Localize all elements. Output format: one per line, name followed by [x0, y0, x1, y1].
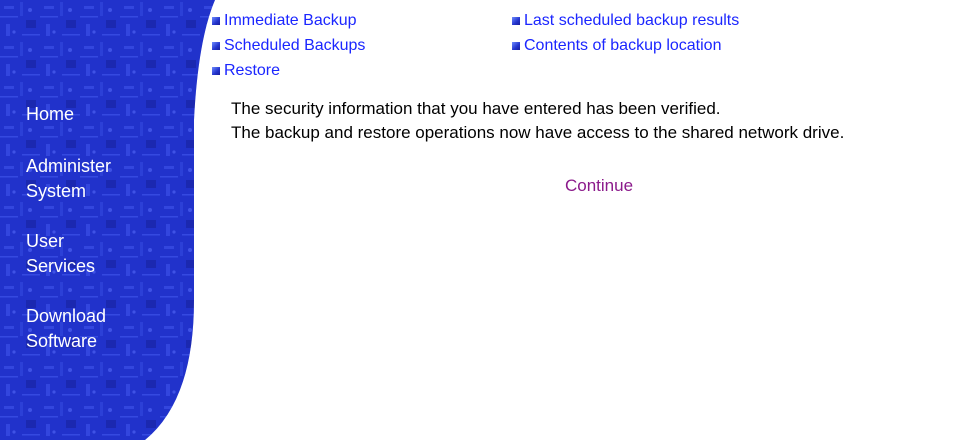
bullet-icon	[212, 17, 220, 25]
restore-link[interactable]: Restore	[212, 61, 280, 81]
bullet-icon	[212, 42, 220, 50]
link-label: Scheduled Backups	[224, 37, 366, 54]
bullet-icon	[512, 42, 520, 50]
sidebar-item-home[interactable]: Home	[26, 102, 74, 127]
sidebar: Home Administer System User Services Dow…	[0, 0, 215, 440]
sidebar-item-label: Software	[26, 331, 98, 351]
message-line: The backup and restore operations now ha…	[231, 123, 845, 142]
bullet-icon	[212, 67, 220, 75]
last-scheduled-backup-results-link[interactable]: Last scheduled backup results	[512, 11, 739, 31]
immediate-backup-link[interactable]: Immediate Backup	[212, 11, 357, 31]
sidebar-item-label: Services	[26, 256, 96, 276]
sidebar-item-label: Administer	[26, 156, 112, 176]
sidebar-item-administer-system[interactable]: Administer System	[26, 154, 111, 204]
bullet-icon	[512, 17, 520, 25]
scheduled-backups-link[interactable]: Scheduled Backups	[212, 36, 365, 56]
link-label: Restore	[224, 62, 281, 79]
continue-link[interactable]: Continue	[565, 174, 633, 198]
sidebar-item-label: User	[26, 231, 65, 251]
sidebar-item-label: System	[26, 181, 87, 201]
verification-message: The security information that you have e…	[231, 97, 844, 145]
link-label: Immediate Backup	[224, 12, 357, 29]
sidebar-background	[0, 0, 215, 440]
sidebar-item-label: Home	[26, 104, 75, 124]
link-label: Contents of backup location	[524, 37, 722, 54]
page: Home Administer System User Services Dow…	[0, 0, 968, 440]
sidebar-item-user-services[interactable]: User Services	[26, 229, 95, 279]
contents-of-backup-location-link[interactable]: Contents of backup location	[512, 36, 721, 56]
message-line: The security information that you have e…	[231, 99, 721, 118]
sidebar-item-download-software[interactable]: Download Software	[26, 304, 106, 354]
sidebar-item-label: Download	[26, 306, 107, 326]
link-label: Last scheduled backup results	[524, 12, 740, 29]
